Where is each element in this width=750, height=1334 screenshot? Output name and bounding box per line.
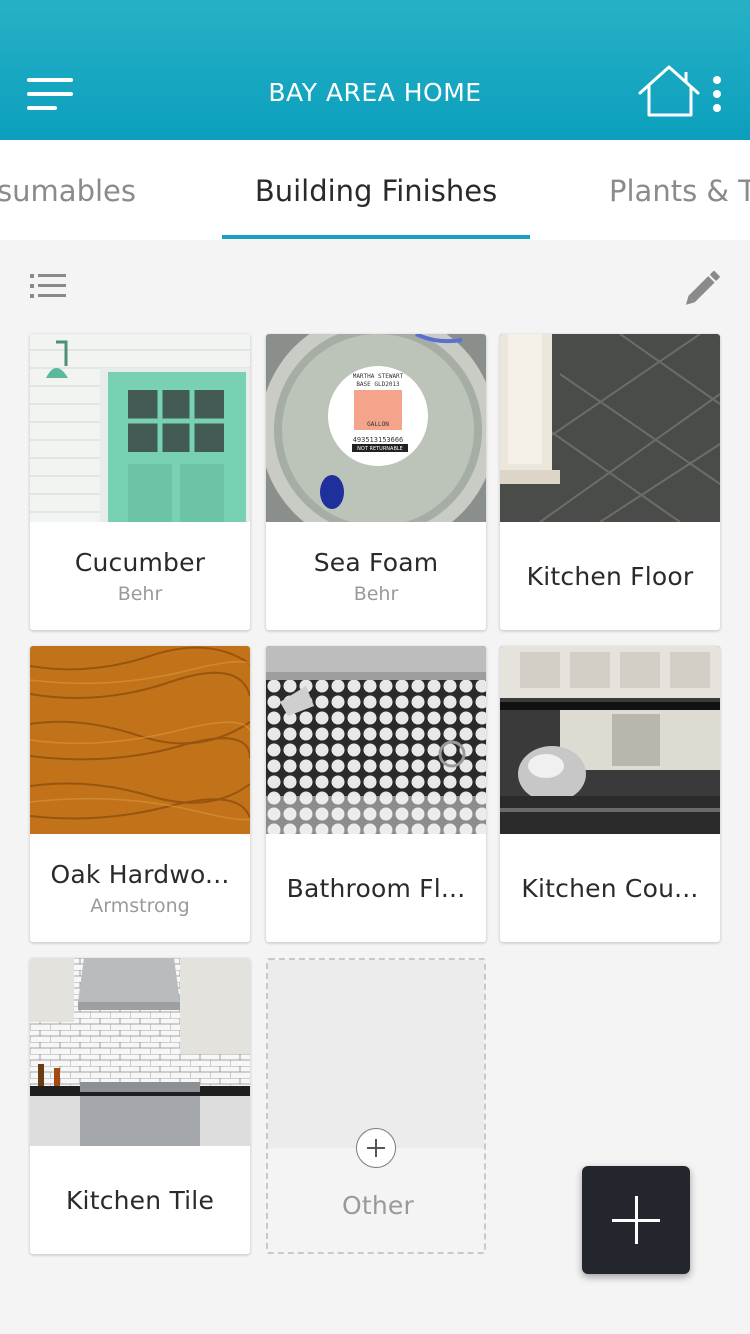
list-view-icon [30, 274, 66, 298]
category-tabs: sumables Building Finishes Plants & T [0, 140, 750, 240]
item-card-kitchen-tile[interactable]: Kitchen Tile [30, 958, 250, 1254]
item-name: Kitchen Cou... [521, 873, 699, 903]
svg-text:NOT RETURNABLE: NOT RETURNABLE [357, 446, 403, 452]
item-photo [500, 334, 720, 522]
app-bar: BAY AREA HOME [0, 0, 750, 140]
active-tab-indicator [222, 235, 530, 239]
list-view-button[interactable] [24, 264, 72, 308]
edit-button[interactable] [682, 264, 726, 308]
menu-button[interactable] [18, 66, 82, 122]
item-name: Bathroom Fl... [286, 873, 466, 903]
item-brand: Armstrong [90, 894, 190, 917]
item-card-kitchen-counter[interactable]: Kitchen Cou... [500, 646, 720, 942]
more-vert-icon [713, 76, 721, 112]
edit-pencil-icon [685, 270, 720, 305]
more-options-button[interactable] [700, 66, 734, 122]
home-button[interactable] [636, 62, 702, 122]
item-photo [30, 334, 250, 522]
item-card-cucumber[interactable]: Cucumber Behr [30, 334, 250, 630]
page-title: BAY AREA HOME [268, 78, 482, 107]
item-name: Kitchen Tile [65, 1185, 215, 1215]
item-photo [30, 958, 250, 1146]
add-item-fab[interactable] [582, 1166, 690, 1274]
item-name: Oak Hardwo... [50, 859, 230, 889]
item-card-sea-foam[interactable]: MARTHA STEWART BASE GLD2013 GALLON 49351… [266, 334, 486, 630]
tab-consumables[interactable]: sumables [0, 140, 136, 240]
add-other-card[interactable]: Other [266, 958, 486, 1254]
item-photo [500, 646, 720, 834]
item-photo [30, 646, 250, 834]
home-icon [638, 65, 700, 117]
item-name: Kitchen Floor [526, 561, 694, 591]
item-brand: Behr [353, 582, 399, 605]
other-placeholder [268, 960, 484, 1148]
svg-text:BASE GLD2013: BASE GLD2013 [356, 381, 400, 388]
svg-text:GALLON: GALLON [367, 421, 389, 428]
item-photo: MARTHA STEWART BASE GLD2013 GALLON 49351… [266, 334, 486, 522]
item-card-bathroom-floor[interactable]: Bathroom Fl... [266, 646, 486, 942]
svg-text:MARTHA STEWART: MARTHA STEWART [353, 373, 404, 380]
item-photo [266, 646, 486, 834]
tab-building-finishes[interactable]: Building Finishes [222, 140, 530, 240]
tab-plants[interactable]: Plants & T [609, 140, 750, 240]
item-name: Cucumber [74, 547, 206, 577]
menu-icon [27, 78, 73, 110]
item-card-kitchen-floor[interactable]: Kitchen Floor [500, 334, 720, 630]
item-name: Sea Foam [313, 547, 439, 577]
other-label: Other [342, 1190, 414, 1220]
item-card-oak-hardwood[interactable]: Oak Hardwo... Armstrong [30, 646, 250, 942]
item-brand: Behr [117, 582, 163, 605]
svg-text:493513153666: 493513153666 [353, 436, 404, 444]
